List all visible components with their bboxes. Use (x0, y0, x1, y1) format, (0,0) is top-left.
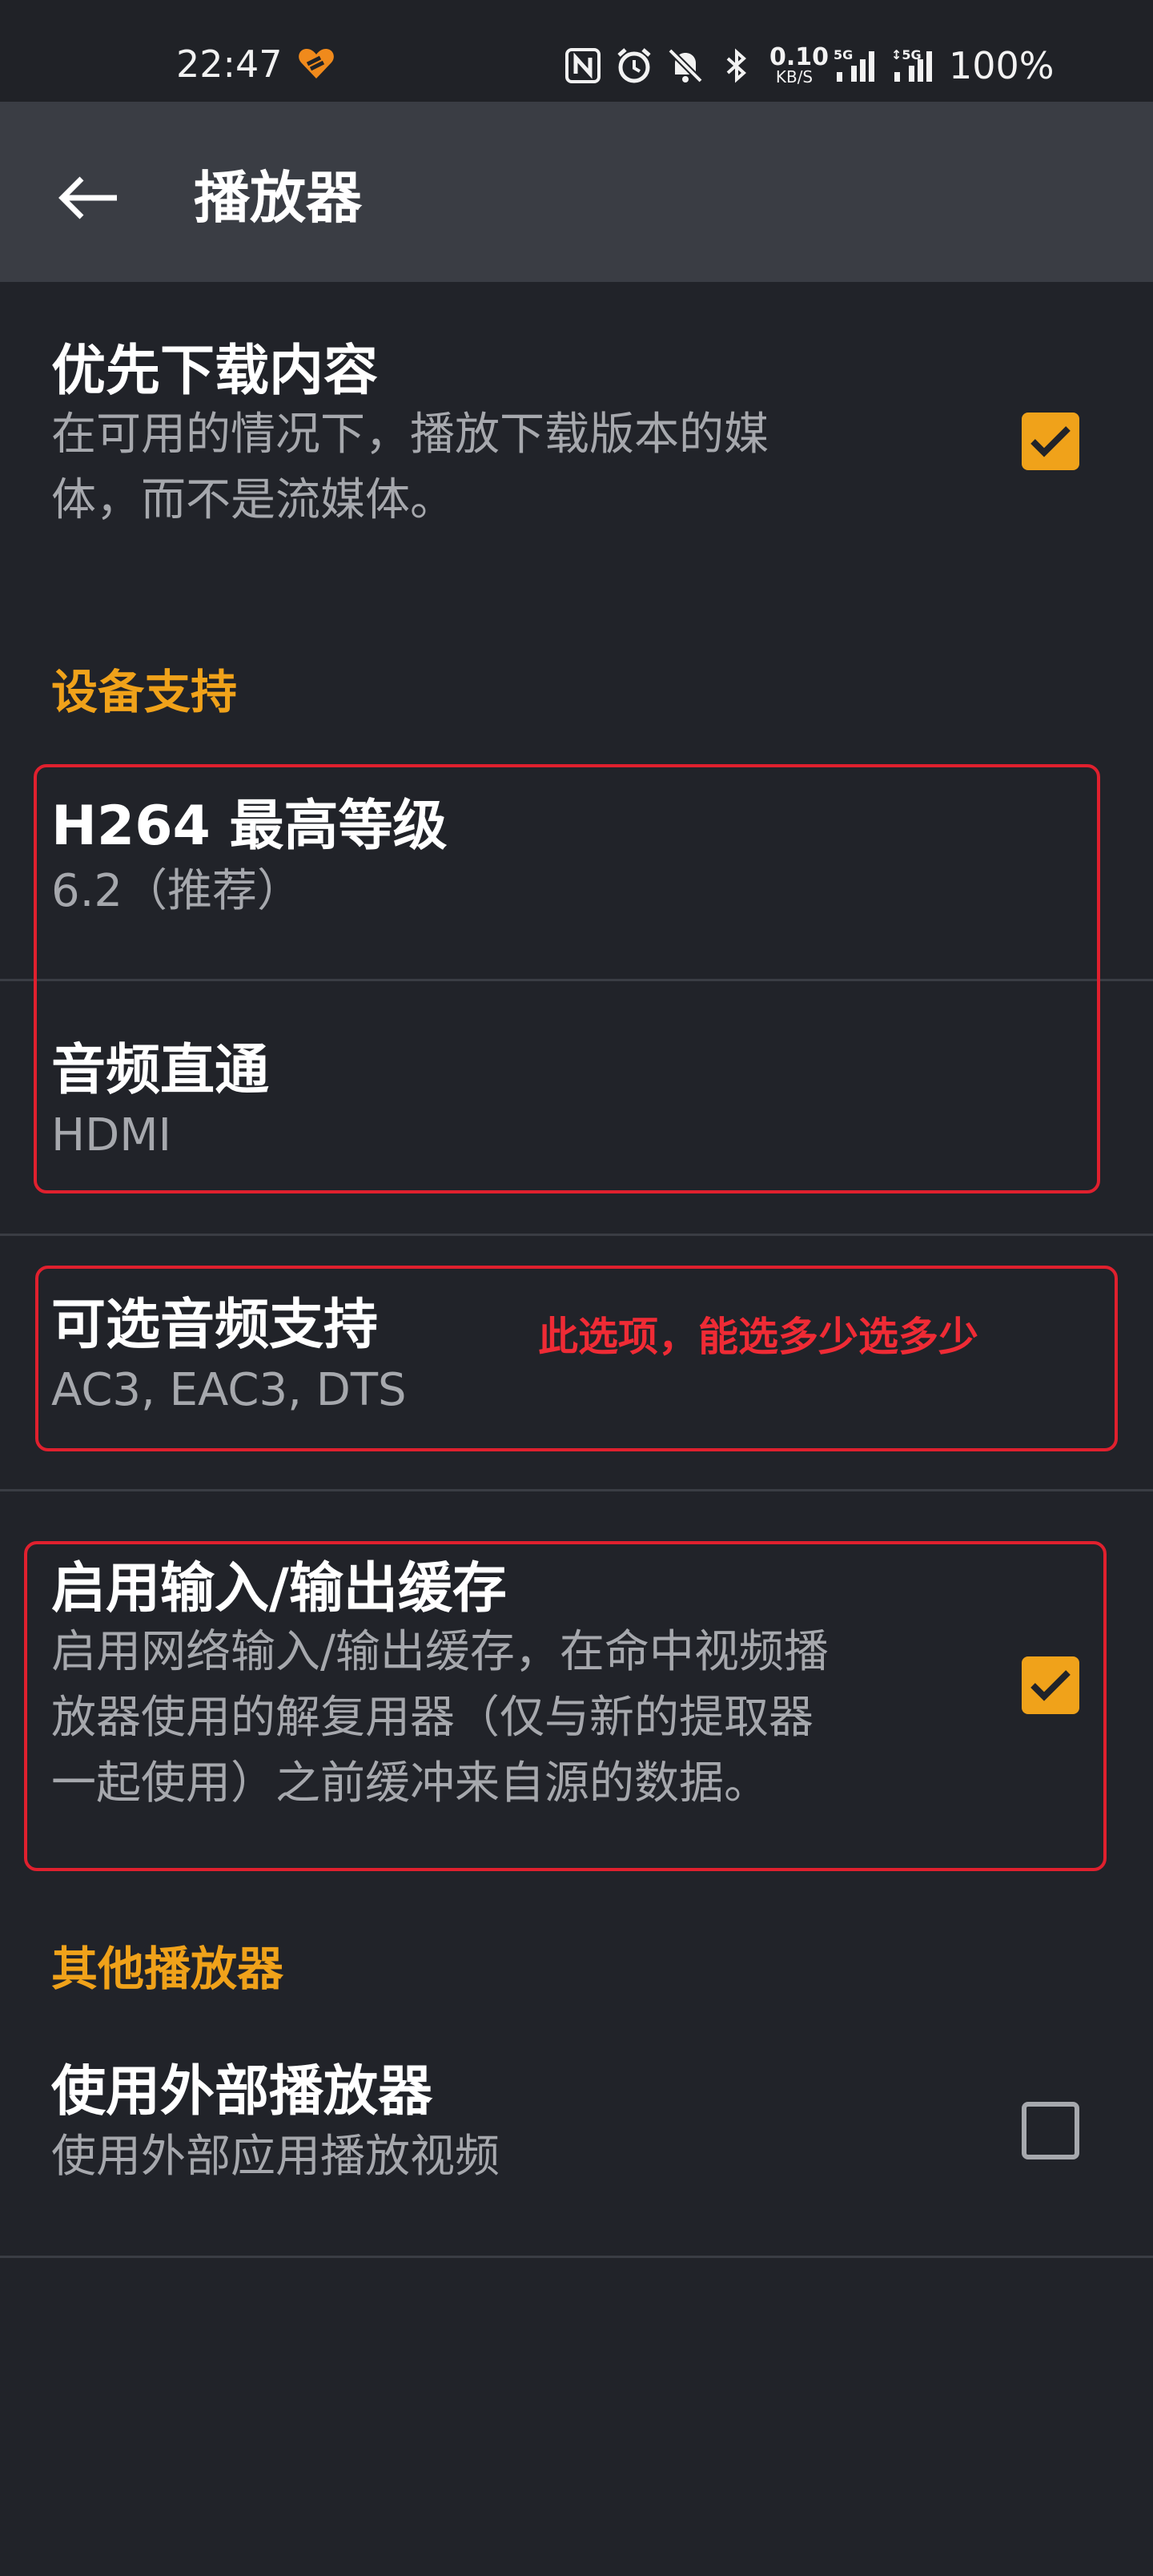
bluetooth-icon (726, 48, 746, 83)
net-speed: 0.10 KB/S (769, 42, 830, 87)
annotation-box-io-cache (24, 1541, 1107, 1871)
heart-icon (299, 49, 334, 78)
mute-icon (668, 48, 703, 83)
svg-text:↕5G: ↕5G (891, 47, 922, 62)
setting-subtitle: 使用外部应用播放视频 (51, 2131, 500, 2183)
status-time: 22:47 (176, 42, 283, 86)
annotation-note: 此选项，能选多少选多少 (538, 1314, 978, 1360)
status-bar: 22:47 0.10 KB/S 5G ↕5G 100% (0, 0, 1153, 102)
setting-title: 使用外部播放器 (51, 2060, 433, 2123)
signal-5g-icon-2: ↕5G (891, 47, 932, 82)
prefer-download-checkbox[interactable] (1022, 413, 1079, 470)
battery-level: 100% (949, 44, 1055, 87)
arrow-left-icon (58, 176, 117, 219)
check-icon (1030, 426, 1071, 457)
signal-5g-icon: 5G (834, 47, 874, 82)
alarm-icon (617, 48, 651, 83)
external-player-checkbox[interactable] (1022, 2102, 1079, 2159)
setting-prefer-download[interactable]: 优先下载内容 在可用的情况下，播放下载版本的媒 体，而不是流媒体。 (0, 282, 1153, 578)
back-button[interactable] (48, 158, 128, 238)
setting-subtitle: 体，而不是流媒体。 (51, 474, 455, 526)
divider (0, 2256, 1153, 2258)
section-header-device-support: 设备支持 (51, 665, 238, 719)
page-title: 播放器 (194, 165, 362, 231)
svg-text:5G: 5G (834, 47, 853, 62)
section-header-other-players: 其他播放器 (51, 1942, 284, 1996)
setting-external-player[interactable]: 使用外部播放器 使用外部应用播放视频 (0, 2035, 1153, 2256)
setting-title: 优先下载内容 (51, 340, 379, 403)
app-bar: 播放器 (0, 102, 1153, 282)
annotation-box-device-support (34, 764, 1100, 1193)
nfc-icon (565, 48, 601, 83)
setting-subtitle: 在可用的情况下，播放下载版本的媒 (51, 409, 769, 461)
